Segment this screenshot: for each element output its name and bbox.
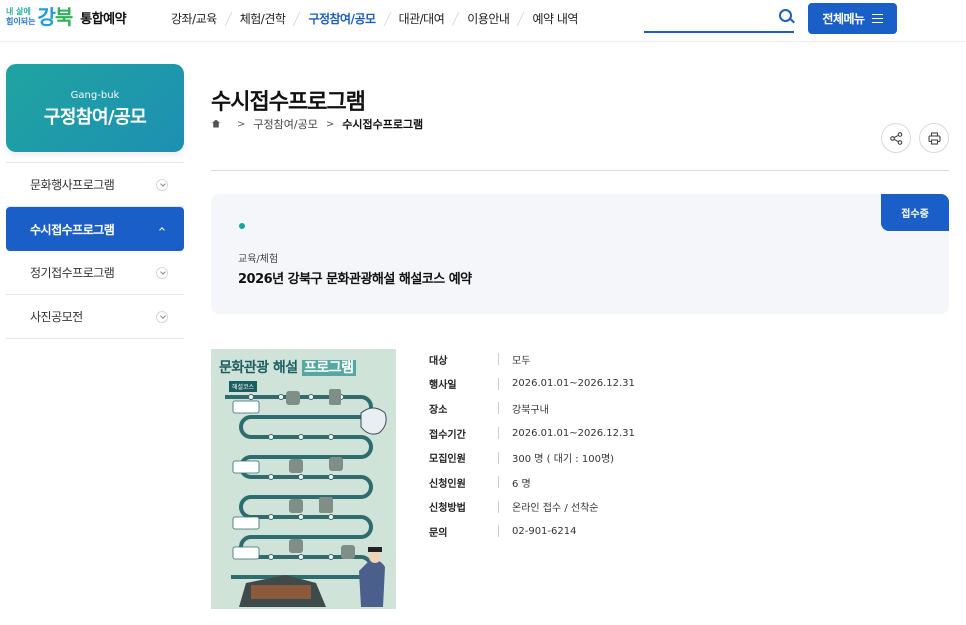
sidebar-banner-title: 구정참여/공모 xyxy=(43,107,147,128)
sidebar-banner: Gang-buk 구정참여/공모 xyxy=(6,64,184,152)
logo-slogan: 내 삶에 힘이되는 xyxy=(6,7,36,26)
page-title: 수시접수프로그램 xyxy=(211,90,366,115)
nav-item-participation[interactable]: 구정참여/공모 xyxy=(308,10,376,27)
chevron-up-icon xyxy=(156,223,168,235)
hamburger-icon xyxy=(871,14,883,23)
home-icon[interactable] xyxy=(211,120,221,129)
nav-item-rental[interactable]: 대관/대여 xyxy=(399,10,445,27)
program-category: 교육/체험 xyxy=(238,254,279,265)
nav-item-reservations[interactable]: 예약 내역 xyxy=(532,10,578,27)
breadcrumb: > 구정참여/공모 > 수시접수프로그램 xyxy=(211,116,423,132)
nav-divider xyxy=(452,11,460,26)
print-button[interactable] xyxy=(919,123,949,153)
logo-service-name: 통합예약 xyxy=(80,11,127,27)
program-title: 2026년 강북구 문화관광해설 해설코스 예약 xyxy=(238,272,472,287)
search-icon[interactable] xyxy=(779,9,792,22)
nav-item-lecture[interactable]: 강좌/교육 xyxy=(171,10,217,27)
nav-divider xyxy=(224,11,232,26)
sidebar-item-regular-programs[interactable]: 정기접수프로그램 xyxy=(6,251,184,295)
chevron-right-icon: > xyxy=(325,118,335,130)
poster-subtitle: 해설코스 xyxy=(229,381,258,392)
detail-row-method: 신청방법 온라인 접수 / 선착순 xyxy=(429,495,635,520)
nav-divider xyxy=(383,11,391,26)
detail-row-capacity: 모집인원 300 명 ( 대기 : 100명) xyxy=(429,445,635,470)
sidebar-menu: 문화행사프로그램 수시접수프로그램 정기접수프로그램 사진공모전 xyxy=(6,163,184,339)
search-box xyxy=(644,6,794,33)
program-poster-image: 문화관광 해설 프로그램 해설코스 xyxy=(211,349,396,609)
chevron-right-icon: > xyxy=(237,118,246,130)
logo-gangbuk: 강북 xyxy=(37,5,73,29)
poster-title: 문화관광 해설 프로그램 xyxy=(219,360,356,376)
site-logo[interactable]: 내 삶에 힘이되는 강북 통합예약 xyxy=(6,5,127,29)
sidebar-item-culture-events[interactable]: 문화행사프로그램 xyxy=(6,163,184,207)
detail-row-application-period: 접수기간 2026.01.01~2026.12.31 xyxy=(429,427,635,441)
sidebar-item-rolling-programs[interactable]: 수시접수프로그램 xyxy=(6,207,184,251)
chevron-down-icon xyxy=(156,310,168,323)
status-badge: 접수중 xyxy=(881,194,949,231)
main-nav: 강좌/교육 체험/견학 구정참여/공모 대관/대여 이용안내 예약 내역 xyxy=(171,10,578,27)
search-input[interactable] xyxy=(644,6,769,30)
program-summary-box xyxy=(211,194,949,314)
breadcrumb-current: 수시접수프로그램 xyxy=(342,118,424,131)
print-icon xyxy=(928,132,941,145)
detail-row-applicants: 신청인원 6 명 xyxy=(429,470,635,495)
nav-item-guide[interactable]: 이용안내 xyxy=(467,10,510,27)
breadcrumb-item[interactable]: 구정참여/공모 xyxy=(253,116,317,132)
share-icon xyxy=(890,132,903,145)
bullet-dot-icon xyxy=(239,223,245,229)
sidebar-item-photo-contest[interactable]: 사진공모전 xyxy=(6,295,184,339)
nav-divider xyxy=(293,11,301,26)
title-divider xyxy=(211,170,949,171)
nav-divider xyxy=(517,11,525,26)
all-menu-button[interactable]: 전체메뉴 xyxy=(808,3,897,34)
detail-row-contact: 문의 02-901-6214 xyxy=(429,525,577,539)
nav-item-experience[interactable]: 체험/견학 xyxy=(240,10,286,27)
detail-row-place: 장소 강북구내 xyxy=(429,396,635,421)
detail-row-target: 대상 모두 xyxy=(429,347,635,372)
site-header: 내 삶에 힘이되는 강북 통합예약 강좌/교육 체험/견학 구정참여/공모 대관… xyxy=(0,0,966,42)
program-details: 대상 모두 행사일 2026.01.01~2026.12.31 장소 강북구내 … xyxy=(429,347,635,544)
sidebar-banner-en: Gang-buk xyxy=(70,90,120,101)
chevron-down-icon xyxy=(156,178,168,191)
share-button[interactable] xyxy=(881,123,911,153)
detail-row-event-date: 행사일 2026.01.01~2026.12.31 xyxy=(429,377,635,392)
chevron-down-icon xyxy=(156,266,168,279)
